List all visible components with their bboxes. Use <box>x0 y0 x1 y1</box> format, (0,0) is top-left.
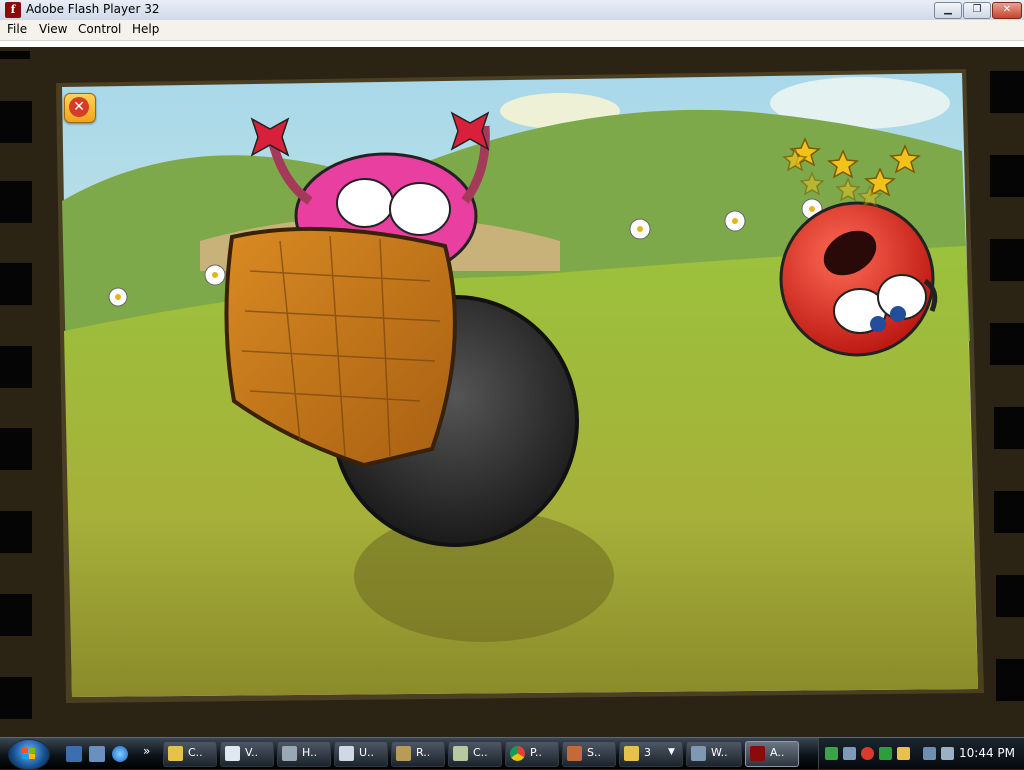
document-icon <box>225 746 240 761</box>
taskbar-item[interactable]: S.. <box>562 741 616 767</box>
red-ball-character <box>779 201 938 357</box>
menu-file[interactable]: File <box>7 22 27 36</box>
text-icon <box>339 746 354 761</box>
menu-control[interactable]: Control <box>78 22 121 36</box>
display-icon[interactable] <box>923 747 936 760</box>
menu-bar: File View Control Help <box>0 20 1024 41</box>
windows-logo-icon <box>22 748 35 759</box>
close-window-button[interactable]: ✕ <box>992 2 1022 19</box>
notepad-icon <box>453 746 468 761</box>
taskbar-item[interactable]: C.. <box>163 741 217 767</box>
show-desktop-icon[interactable] <box>66 746 82 762</box>
paint-icon <box>282 746 297 761</box>
window-title: Adobe Flash Player 32 <box>26 2 160 16</box>
menu-view[interactable]: View <box>39 22 67 36</box>
quick-launch-more[interactable]: » <box>143 744 150 758</box>
tool-icon <box>396 746 411 761</box>
chrome-icon <box>510 746 525 761</box>
taskbar: » C.. V.. H.. U.. R.. C.. P.. S.. 3 ▼ W.… <box>0 737 1024 770</box>
folder-icon <box>168 746 183 761</box>
taskbar-item[interactable]: P.. <box>505 741 559 767</box>
check-icon[interactable] <box>879 747 892 760</box>
flash-icon <box>750 746 765 761</box>
security-icon[interactable] <box>843 747 856 760</box>
taskbar-item[interactable]: W.. <box>686 741 742 767</box>
internet-explorer-icon[interactable] <box>112 746 128 762</box>
maximize-button[interactable]: ❐ <box>963 2 991 19</box>
flash-player-icon: f <box>5 2 21 18</box>
taskbar-item[interactable]: R.. <box>391 741 445 767</box>
game-close-button[interactable]: ✕ <box>64 93 96 123</box>
error-icon[interactable] <box>861 747 874 760</box>
app-icon <box>567 746 582 761</box>
minimize-button[interactable]: ▁ <box>934 2 962 19</box>
game-stage[interactable]: ✕ <box>0 41 1024 737</box>
switch-windows-icon[interactable] <box>89 746 105 762</box>
taskbar-item[interactable]: V.. <box>220 741 274 767</box>
chevron-down-icon: ▼ <box>668 747 675 757</box>
taskbar-item[interactable]: C.. <box>448 741 502 767</box>
film-strip-left <box>0 51 32 719</box>
close-icon: ✕ <box>69 97 89 117</box>
film-strip-right <box>990 71 1024 701</box>
system-tray: 10:44 PM <box>818 738 1024 769</box>
menu-help[interactable]: Help <box>132 22 159 36</box>
taskbar-item[interactable]: U.. <box>334 741 388 767</box>
network-icon <box>691 746 706 761</box>
network-status-icon[interactable] <box>825 747 838 760</box>
taskbar-group[interactable]: 3 ▼ <box>619 741 683 767</box>
folder-group-icon <box>624 746 639 761</box>
taskbar-item[interactable]: H.. <box>277 741 331 767</box>
start-button[interactable] <box>8 739 50 770</box>
taskbar-item-flash-active[interactable]: A.. <box>745 741 799 767</box>
title-bar: f Adobe Flash Player 32 ▁ ❐ ✕ <box>0 0 1024 21</box>
update-icon[interactable] <box>897 747 910 760</box>
volume-muted-icon[interactable] <box>941 747 954 760</box>
clock[interactable]: 10:44 PM <box>959 746 1015 760</box>
game-scene <box>0 51 1024 719</box>
